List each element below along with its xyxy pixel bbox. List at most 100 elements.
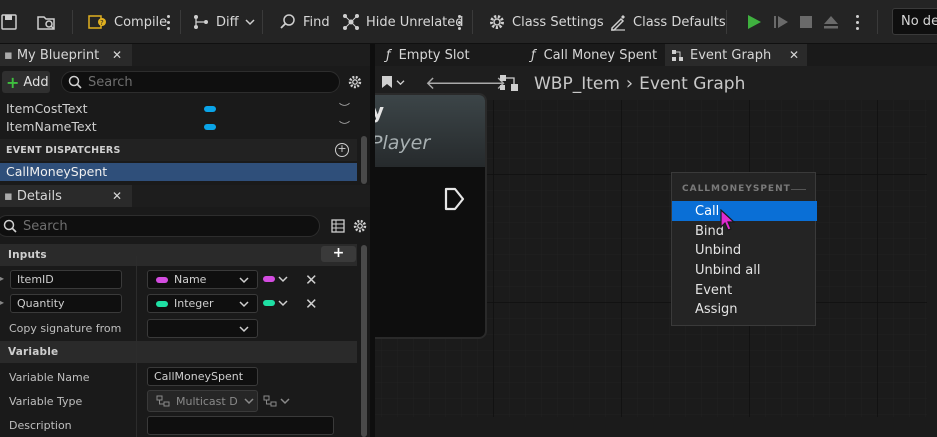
scrollbar[interactable] bbox=[361, 245, 367, 437]
variable-name-input[interactable]: CallMoneySpent bbox=[147, 367, 258, 386]
close-icon[interactable]: ✕ bbox=[789, 48, 799, 62]
menu-item-event[interactable]: Event bbox=[672, 280, 817, 300]
remove-input-icon[interactable]: ✕ bbox=[305, 295, 318, 313]
tab-call-money-spent[interactable]: ƒ Call Money Spent bbox=[525, 44, 663, 66]
eject-icon[interactable] bbox=[822, 0, 840, 44]
tab-details[interactable]: ▪ Details ✕ bbox=[0, 185, 132, 207]
my-blueprint-panel: + Add Search ItemCostText ︶ ItemNameText… bbox=[0, 66, 370, 186]
class-defaults-button[interactable]: Class Defaults bbox=[609, 0, 726, 44]
graph-canvas[interactable]: 🡐 🡒 WBP_Item › Event Graph y Player CALL… bbox=[375, 66, 937, 437]
scrollbar[interactable] bbox=[361, 136, 367, 184]
variable-type-select[interactable]: Multicast Deleg bbox=[147, 390, 258, 412]
debug-object-dropdown[interactable]: No deb bbox=[892, 8, 937, 35]
toolbar-separator bbox=[72, 10, 73, 34]
breadcrumb-root[interactable]: WBP_Item bbox=[534, 74, 620, 94]
search-icon bbox=[68, 75, 82, 89]
gear-icon[interactable] bbox=[347, 74, 363, 90]
container-type-pill bbox=[263, 300, 275, 306]
play-options-icon[interactable] bbox=[855, 14, 859, 30]
hide-unrelated-button[interactable]: Hide Unrelated bbox=[342, 0, 464, 44]
tab-my-blueprint-label: My Blueprint bbox=[16, 47, 100, 63]
list-item[interactable]: ItemCostText ︶ bbox=[0, 100, 357, 118]
browse-folder-icon[interactable] bbox=[36, 0, 60, 44]
tab-empty-slot[interactable]: ƒ Empty Slot bbox=[380, 44, 520, 66]
menu-item-call[interactable]: Call bbox=[672, 201, 817, 221]
details-search-input[interactable]: Search bbox=[0, 215, 320, 237]
chevron-down-icon bbox=[244, 398, 254, 405]
chevron-down-icon bbox=[280, 398, 290, 405]
copy-signature-select[interactable] bbox=[147, 319, 258, 338]
input-type-select[interactable]: Integer bbox=[147, 294, 258, 313]
input-name-field[interactable]: Quantity bbox=[10, 294, 122, 313]
stop-icon[interactable] bbox=[798, 0, 814, 44]
context-menu-header: CALLMONEYSPENT bbox=[682, 184, 791, 194]
graph-node[interactable]: y Player bbox=[375, 93, 487, 339]
compile-status-icon: ? bbox=[88, 15, 106, 29]
tab-prefix-icon: ▪ bbox=[4, 47, 13, 63]
bookmark-icon[interactable] bbox=[381, 75, 405, 89]
menu-item-unbind-all[interactable]: Unbind all bbox=[672, 260, 817, 280]
expand-arrow-icon[interactable]: ▸ bbox=[0, 274, 4, 283]
container-type-select[interactable] bbox=[263, 299, 288, 307]
visibility-eye-icon[interactable]: ︶ bbox=[339, 118, 350, 134]
menu-item-assign[interactable]: Assign bbox=[672, 299, 817, 319]
close-icon[interactable]: ✕ bbox=[112, 48, 122, 62]
copy-signature-row: Copy signature from bbox=[0, 317, 357, 341]
compile-options-icon[interactable] bbox=[166, 14, 170, 30]
advance-frame-icon[interactable] bbox=[772, 0, 790, 44]
inputs-section-header[interactable]: Inputs + bbox=[0, 244, 357, 266]
menu-item-label: Unbind bbox=[695, 242, 742, 258]
add-input-button[interactable]: + bbox=[321, 246, 356, 262]
add-label: Add bbox=[23, 74, 49, 90]
tab-my-blueprint[interactable]: ▪ My Blueprint ✕ bbox=[0, 44, 132, 66]
variable-type-row: Variable Type Multicast Deleg bbox=[0, 389, 357, 413]
find-button[interactable]: Find bbox=[279, 0, 330, 44]
menu-item-unbind[interactable]: Unbind bbox=[672, 240, 817, 260]
save-icon[interactable] bbox=[0, 0, 22, 44]
event-dispatchers-title: EVENT DISPATCHERS bbox=[6, 145, 121, 156]
diff-button[interactable]: Diff bbox=[192, 0, 255, 44]
type-color-pill bbox=[156, 276, 168, 283]
mouse-cursor-icon bbox=[720, 209, 736, 231]
variable-container-select[interactable] bbox=[263, 395, 290, 407]
menu-item-label: Assign bbox=[695, 301, 738, 317]
tab-event-graph[interactable]: Event Graph ✕ bbox=[665, 44, 807, 66]
compile-button[interactable]: ? Compile bbox=[88, 0, 167, 44]
expand-arrow-icon[interactable]: ▸ bbox=[0, 298, 4, 307]
list-item[interactable]: CallMoneySpent bbox=[0, 163, 357, 181]
variable-section-header[interactable]: Variable bbox=[0, 341, 357, 363]
input-name-value: ItemID bbox=[17, 273, 54, 286]
column-divider bbox=[136, 256, 137, 437]
table-view-icon[interactable] bbox=[331, 219, 345, 233]
event-dispatchers-header[interactable]: EVENT DISPATCHERS + bbox=[0, 139, 357, 161]
variable-type-label: Variable Type bbox=[9, 395, 83, 408]
container-type-select[interactable] bbox=[263, 275, 288, 283]
class-settings-button[interactable]: Class Settings bbox=[488, 0, 604, 44]
input-type-select[interactable]: Name bbox=[147, 270, 258, 289]
variable-type-value: Multicast Deleg bbox=[176, 394, 238, 408]
menu-item-label: Unbind all bbox=[695, 262, 761, 278]
close-icon[interactable]: ✕ bbox=[112, 189, 122, 203]
graph-type-icon bbox=[500, 75, 518, 91]
event-graph-icon bbox=[672, 49, 683, 61]
list-item[interactable]: ItemNameText ︶ bbox=[0, 118, 357, 136]
menu-item-bind[interactable]: Bind bbox=[672, 221, 817, 241]
add-dispatcher-icon[interactable]: + bbox=[335, 143, 349, 157]
dispatcher-container-icon bbox=[263, 395, 277, 407]
toolbar-separator bbox=[726, 10, 727, 34]
gear-icon[interactable] bbox=[352, 218, 368, 234]
hide-unrelated-icon bbox=[343, 14, 359, 30]
input-name-field[interactable]: ItemID bbox=[10, 270, 122, 289]
exec-pin-icon[interactable] bbox=[443, 187, 465, 211]
remove-input-icon[interactable]: ✕ bbox=[305, 271, 318, 289]
dispatcher-context-menu: CALLMONEYSPENT Call Bind Unbind Unbind a… bbox=[671, 172, 817, 326]
diff-label: Diff bbox=[216, 14, 239, 30]
play-icon[interactable] bbox=[745, 0, 763, 44]
input-name-value: Quantity bbox=[17, 297, 65, 310]
visibility-eye-icon[interactable]: ︶ bbox=[339, 100, 350, 116]
description-input[interactable] bbox=[147, 416, 334, 435]
hide-unrelated-options-icon[interactable] bbox=[457, 14, 461, 30]
add-button[interactable]: + Add bbox=[2, 71, 50, 93]
container-type-pill bbox=[263, 276, 275, 282]
my-blueprint-search-input[interactable]: Search bbox=[61, 71, 340, 93]
